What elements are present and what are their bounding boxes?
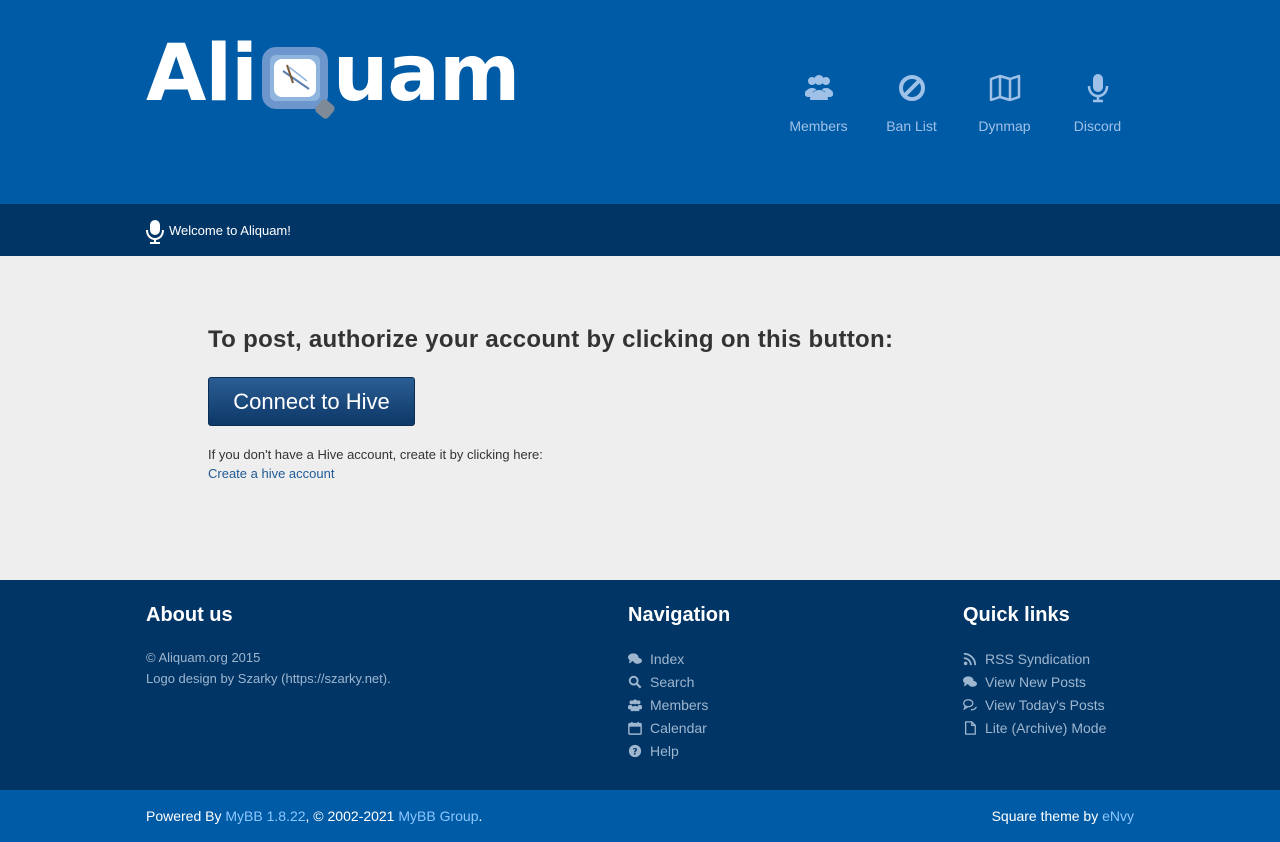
footer-quick-lite-mode-label: Lite (Archive) Mode	[985, 719, 1107, 736]
welcome-text: Welcome to Aliquam!	[169, 223, 291, 238]
top-navigation: Members Ban List Dynmap Discord	[772, 72, 1144, 134]
file-icon	[963, 720, 985, 735]
nav-discord[interactable]: Discord	[1051, 72, 1144, 134]
site-logo[interactable]: Ali uam	[146, 29, 520, 121]
question-icon: ?	[628, 744, 650, 758]
main-content: To post, authorize your account by click…	[0, 256, 1280, 580]
footer-quick-lite-mode[interactable]: Lite (Archive) Mode	[963, 716, 1106, 739]
powered-by: Powered By MyBB 1.8.22, © 2002-2021 MyBB…	[146, 808, 482, 824]
footer-nav-search[interactable]: Search	[628, 670, 730, 693]
microphone-icon	[146, 219, 164, 250]
microphone-icon	[1051, 72, 1144, 110]
powered-by-prefix: Powered By	[146, 808, 226, 824]
copyright-text: , © 2002-2021	[305, 808, 399, 824]
footer-about: About us © Aliquam.org 2015 Logo design …	[146, 604, 391, 689]
nav-dynmap[interactable]: Dynmap	[958, 72, 1051, 134]
nav-ban-list-label: Ban List	[886, 118, 937, 134]
footer-nav-help[interactable]: ? Help	[628, 739, 730, 762]
site-header: Ali uam Members Ban List Dynmap Discord	[0, 0, 1280, 204]
page-heading: To post, authorize your account by click…	[208, 326, 894, 353]
footer-navigation-title: Navigation	[628, 604, 731, 626]
nav-dynmap-label: Dynmap	[978, 118, 1031, 134]
users-icon	[628, 698, 650, 712]
footer-quick-todays-posts[interactable]: View Today's Posts	[963, 693, 1106, 716]
theme-author-link[interactable]: eNvy	[1102, 808, 1134, 824]
footer-quick-rss[interactable]: RSS Syndication	[963, 647, 1106, 670]
footer-quick-new-posts[interactable]: View New Posts	[963, 670, 1106, 693]
site-footer: About us © Aliquam.org 2015 Logo design …	[0, 580, 1280, 790]
footer-logo-credit: Logo design by Szarky (https://szarky.ne…	[146, 671, 391, 686]
footer-nav-calendar[interactable]: Calendar	[628, 716, 730, 739]
svg-text:?: ?	[632, 747, 637, 757]
mybb-link[interactable]: MyBB 1.8.22	[225, 808, 305, 824]
map-icon	[958, 72, 1051, 110]
bottom-bar: Powered By MyBB 1.8.22, © 2002-2021 MyBB…	[0, 790, 1280, 842]
footer-nav-search-label: Search	[650, 673, 695, 690]
theme-credit: Square theme by eNvy	[992, 808, 1134, 824]
create-hive-account-link[interactable]: Create a hive account	[208, 466, 334, 481]
logo-q-icon	[259, 41, 337, 121]
calendar-icon	[628, 721, 650, 735]
nav-discord-label: Discord	[1073, 118, 1122, 134]
footer-nav-members[interactable]: Members	[628, 693, 730, 716]
footer-copyright: © Aliquam.org 2015	[146, 650, 261, 665]
logo-text-right: uam	[332, 29, 520, 119]
footer-quick-links-title: Quick links	[963, 604, 1070, 626]
users-icon	[772, 72, 865, 110]
ban-icon	[865, 72, 958, 110]
comments-outline-icon	[963, 698, 985, 712]
nav-members-label: Members	[789, 118, 848, 134]
nav-ban-list[interactable]: Ban List	[865, 72, 958, 134]
theme-prefix: Square theme by	[991, 808, 1103, 824]
comments-icon	[628, 652, 650, 666]
search-icon	[628, 675, 650, 689]
comments-icon	[963, 675, 985, 689]
footer-quick-new-posts-label: View New Posts	[985, 673, 1086, 690]
period: .	[478, 808, 483, 824]
footer-quick-links: Quick links RSS Syndication View New Pos…	[963, 604, 1106, 739]
footer-nav-calendar-label: Calendar	[650, 719, 707, 736]
footer-about-title: About us	[146, 604, 233, 626]
footer-nav-index-label: Index	[650, 650, 685, 667]
mybb-group-link[interactable]: MyBB Group	[398, 808, 478, 824]
logo-text-left: Ali	[146, 29, 258, 119]
footer-nav-index[interactable]: Index	[628, 647, 730, 670]
welcome-bar: Welcome to Aliquam!	[0, 204, 1280, 256]
footer-quick-rss-label: RSS Syndication	[985, 650, 1091, 667]
hive-account-note: If you don't have a Hive account, create…	[208, 447, 543, 462]
connect-to-hive-button[interactable]: Connect to Hive	[208, 377, 415, 426]
footer-nav-help-label: Help	[650, 742, 679, 759]
footer-navigation: Navigation Index Search Members Calendar…	[628, 604, 730, 762]
nav-members[interactable]: Members	[772, 72, 865, 134]
footer-quick-todays-posts-label: View Today's Posts	[985, 696, 1105, 713]
footer-nav-members-label: Members	[650, 696, 709, 713]
rss-icon	[963, 652, 985, 666]
